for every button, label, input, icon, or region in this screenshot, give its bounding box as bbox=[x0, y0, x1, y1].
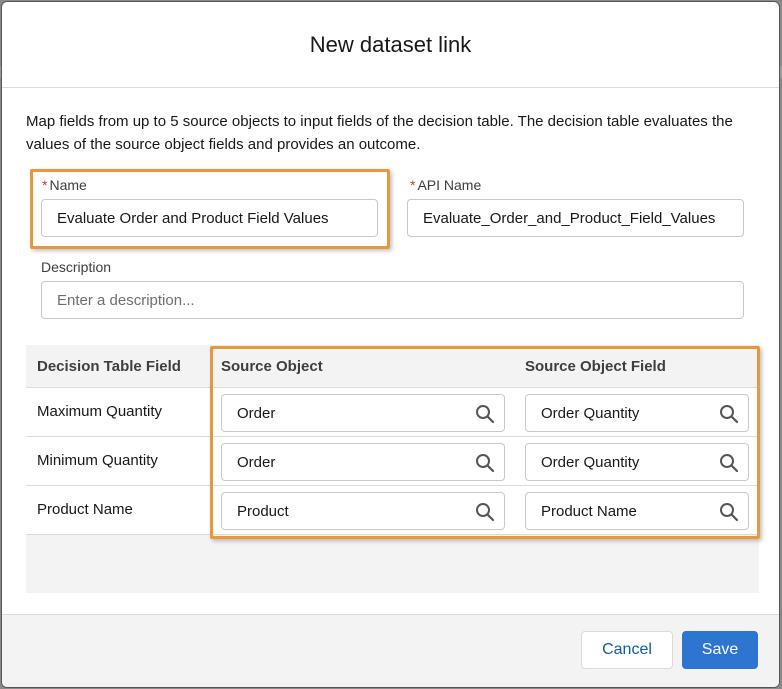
search-icon[interactable] bbox=[475, 404, 495, 424]
search-icon[interactable] bbox=[719, 404, 739, 424]
table-footer bbox=[26, 535, 759, 593]
table-row: Product Name Product Product Name bbox=[26, 486, 759, 535]
source-object-lookup[interactable]: Order bbox=[221, 394, 505, 432]
source-object-field-lookup[interactable]: Order Quantity bbox=[525, 394, 749, 432]
name-input[interactable]: Evaluate Order and Product Field Values bbox=[41, 199, 378, 237]
search-icon[interactable] bbox=[719, 453, 739, 473]
search-icon[interactable] bbox=[475, 502, 495, 522]
api-name-label: * API Name bbox=[410, 177, 482, 193]
table-header: Decision Table Field Source Object Sourc… bbox=[26, 345, 759, 388]
dataset-link-modal: New dataset link Map fields from up to 5… bbox=[1, 1, 780, 688]
required-marker: * bbox=[410, 177, 416, 193]
modal-intro-text: Map fields from up to 5 source objects t… bbox=[26, 113, 733, 153]
cancel-button[interactable]: Cancel bbox=[581, 631, 673, 669]
header-source-object: Source Object bbox=[221, 358, 323, 375]
search-icon[interactable] bbox=[719, 502, 739, 522]
description-label: Description bbox=[41, 259, 112, 275]
source-object-field-lookup[interactable]: Order Quantity bbox=[525, 443, 749, 481]
header-decision-table-field: Decision Table Field bbox=[37, 358, 181, 375]
modal-footer: Cancel Save bbox=[2, 614, 779, 687]
required-marker: * bbox=[42, 177, 48, 193]
decision-table-field: Product Name bbox=[37, 501, 133, 518]
decision-table-field: Maximum Quantity bbox=[37, 403, 163, 420]
table-row: Maximum Quantity Order Order Quantity bbox=[26, 388, 759, 437]
source-object-field-lookup[interactable]: Product Name bbox=[525, 492, 749, 530]
header-source-object-field: Source Object Field bbox=[525, 358, 666, 375]
source-object-lookup[interactable]: Order bbox=[221, 443, 505, 481]
description-input[interactable]: Enter a description... bbox=[41, 281, 744, 319]
save-button[interactable]: Save bbox=[682, 631, 758, 669]
table-row: Minimum Quantity Order Order Quantity bbox=[26, 437, 759, 486]
api-name-input[interactable]: Evaluate_Order_and_Product_Field_Values bbox=[407, 199, 744, 237]
name-label: * Name bbox=[42, 177, 87, 193]
decision-table-field: Minimum Quantity bbox=[37, 452, 158, 469]
modal-title: New dataset link bbox=[309, 31, 472, 57]
modal-header: New dataset link bbox=[2, 2, 779, 88]
source-object-lookup[interactable]: Product bbox=[221, 492, 505, 530]
search-icon[interactable] bbox=[475, 453, 495, 473]
